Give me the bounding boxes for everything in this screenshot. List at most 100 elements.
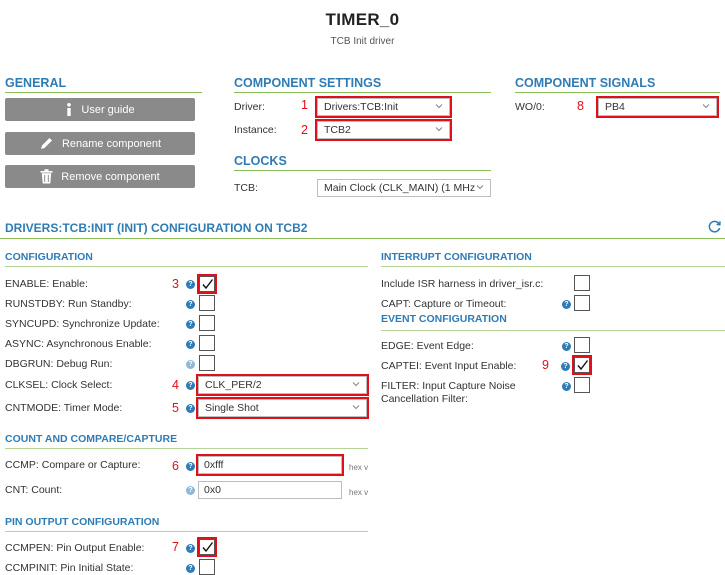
cntmode-label: CNTMODE: Timer Mode:: [5, 402, 123, 414]
clksel-value: CLK_PER/2: [205, 379, 262, 391]
isr-harness-label: Include ISR harness in driver_isr.c:: [381, 278, 544, 290]
component-signals-heading: COMPONENT SIGNALS: [515, 76, 656, 90]
cntmode-value: Single Shot: [205, 402, 259, 414]
help-icon[interactable]: ?: [186, 280, 195, 289]
ccmpen-checkbox[interactable]: [197, 537, 217, 557]
async-checkbox[interactable]: [199, 335, 215, 351]
remove-component-label: Remove component: [61, 170, 160, 183]
ccmp-input[interactable]: 0xfff: [196, 454, 344, 476]
annotation-6: 6: [172, 459, 179, 473]
help-icon[interactable]: ?: [562, 300, 571, 309]
dbgrun-label: DBGRUN: Debug Run:: [5, 358, 113, 370]
checkmark-icon: [202, 542, 214, 553]
general-divider: [5, 92, 202, 93]
annotation-4: 4: [172, 378, 179, 392]
enable-checkbox[interactable]: [197, 274, 217, 294]
annotation-7: 7: [172, 540, 179, 554]
help-icon[interactable]: ?: [186, 300, 195, 309]
syncupd-checkbox[interactable]: [199, 315, 215, 331]
event-divider: [381, 330, 725, 331]
chevron-down-icon: [702, 104, 710, 109]
annotation-3: 3: [172, 277, 179, 291]
driver-select[interactable]: Drivers:TCB:Init: [315, 96, 452, 118]
driver-label: Driver:: [234, 101, 265, 113]
chevron-down-icon: [476, 185, 484, 190]
cnt-hex-suffix: hex v: [349, 488, 369, 497]
annotation-2: 2: [301, 123, 308, 137]
help-icon[interactable]: ?: [186, 564, 195, 573]
annotation-1: 1: [301, 98, 308, 112]
configuration-divider: [0, 238, 725, 239]
refresh-icon[interactable]: [707, 219, 722, 234]
edge-label: EDGE: Event Edge:: [381, 340, 474, 352]
capt-checkbox[interactable]: [574, 295, 590, 311]
enable-label: ENABLE: Enable:: [5, 278, 88, 290]
help-icon[interactable]: ?: [186, 462, 195, 471]
runstdby-checkbox[interactable]: [199, 295, 215, 311]
info-icon: [67, 103, 72, 116]
capt-label: CAPT: Capture or Timeout:: [381, 298, 507, 310]
count-compare-divider: [5, 448, 368, 449]
clksel-select[interactable]: CLK_PER/2: [196, 374, 369, 396]
component-settings-heading: COMPONENT SETTINGS: [234, 76, 382, 90]
annotation-8: 8: [577, 99, 584, 113]
pencil-icon: [40, 138, 52, 149]
help-icon[interactable]: ?: [186, 360, 195, 369]
wo0-label: WO/0:: [515, 101, 545, 113]
isr-harness-checkbox[interactable]: [574, 275, 590, 291]
edge-checkbox[interactable]: [574, 337, 590, 353]
ccmp-hex-suffix: hex v: [349, 463, 369, 472]
interrupt-divider: [381, 266, 725, 267]
user-guide-label: User guide: [81, 103, 135, 116]
help-icon[interactable]: ?: [186, 340, 195, 349]
filter-label-line1: FILTER: Input Capture Noise: [381, 380, 516, 392]
dbgrun-checkbox[interactable]: [199, 355, 215, 371]
clocks-divider: [234, 170, 491, 171]
captei-checkbox[interactable]: [572, 355, 592, 375]
tcb-clock-label: TCB:: [234, 182, 258, 194]
async-label: ASYNC: Asynchronous Enable:: [5, 338, 152, 350]
tcb-clock-select[interactable]: Main Clock (CLK_MAIN) (1 MHz: [317, 179, 491, 197]
checkmark-icon: [577, 360, 589, 371]
count-compare-heading: COUNT AND COMPARE/CAPTURE: [5, 433, 178, 445]
user-guide-button[interactable]: User guide: [5, 98, 195, 121]
cntmode-select[interactable]: Single Shot: [196, 397, 369, 419]
instance-select[interactable]: TCB2: [315, 119, 452, 141]
configuration-section-divider: [5, 266, 368, 267]
general-heading: GENERAL: [5, 76, 67, 90]
annotation-5: 5: [172, 401, 179, 415]
chevron-down-icon: [435, 104, 443, 109]
event-heading: EVENT CONFIGURATION: [381, 313, 507, 325]
cnt-label: CNT: Count:: [5, 484, 63, 496]
help-icon[interactable]: ?: [562, 382, 571, 391]
help-icon[interactable]: ?: [186, 486, 195, 495]
captei-label: CAPTEI: Event Input Enable:: [381, 360, 517, 372]
chevron-down-icon: [435, 127, 443, 132]
cnt-input[interactable]: 0x0: [198, 481, 342, 499]
driver-value: Drivers:TCB:Init: [324, 101, 399, 113]
help-icon[interactable]: ?: [186, 320, 195, 329]
trash-icon: [40, 169, 53, 184]
help-icon[interactable]: ?: [186, 404, 195, 413]
component-settings-divider: [234, 92, 491, 93]
wo0-pin-select[interactable]: PB4: [596, 96, 719, 118]
help-icon[interactable]: ?: [561, 362, 570, 371]
ccmpinit-checkbox[interactable]: [199, 559, 215, 575]
ccmp-label: CCMP: Compare or Capture:: [5, 459, 141, 471]
interrupt-heading: INTERRUPT CONFIGURATION: [381, 251, 532, 263]
ccmpinit-label: CCMPINIT: Pin Initial State:: [5, 562, 134, 574]
checkmark-icon: [202, 279, 214, 290]
instance-label: Instance:: [234, 124, 277, 136]
clocks-heading: CLOCKS: [234, 154, 287, 168]
annotation-9: 9: [542, 358, 549, 372]
rename-component-label: Rename component: [61, 137, 162, 150]
remove-component-button[interactable]: Remove component: [5, 165, 195, 188]
rename-component-button[interactable]: Rename component: [5, 132, 195, 155]
pin-output-divider: [5, 531, 368, 532]
tcb-clock-value: Main Clock (CLK_MAIN) (1 MHz: [324, 182, 476, 194]
help-icon[interactable]: ?: [562, 342, 571, 351]
instance-value: TCB2: [324, 124, 351, 136]
help-icon[interactable]: ?: [186, 544, 195, 553]
filter-checkbox[interactable]: [574, 377, 590, 393]
help-icon[interactable]: ?: [186, 381, 195, 390]
